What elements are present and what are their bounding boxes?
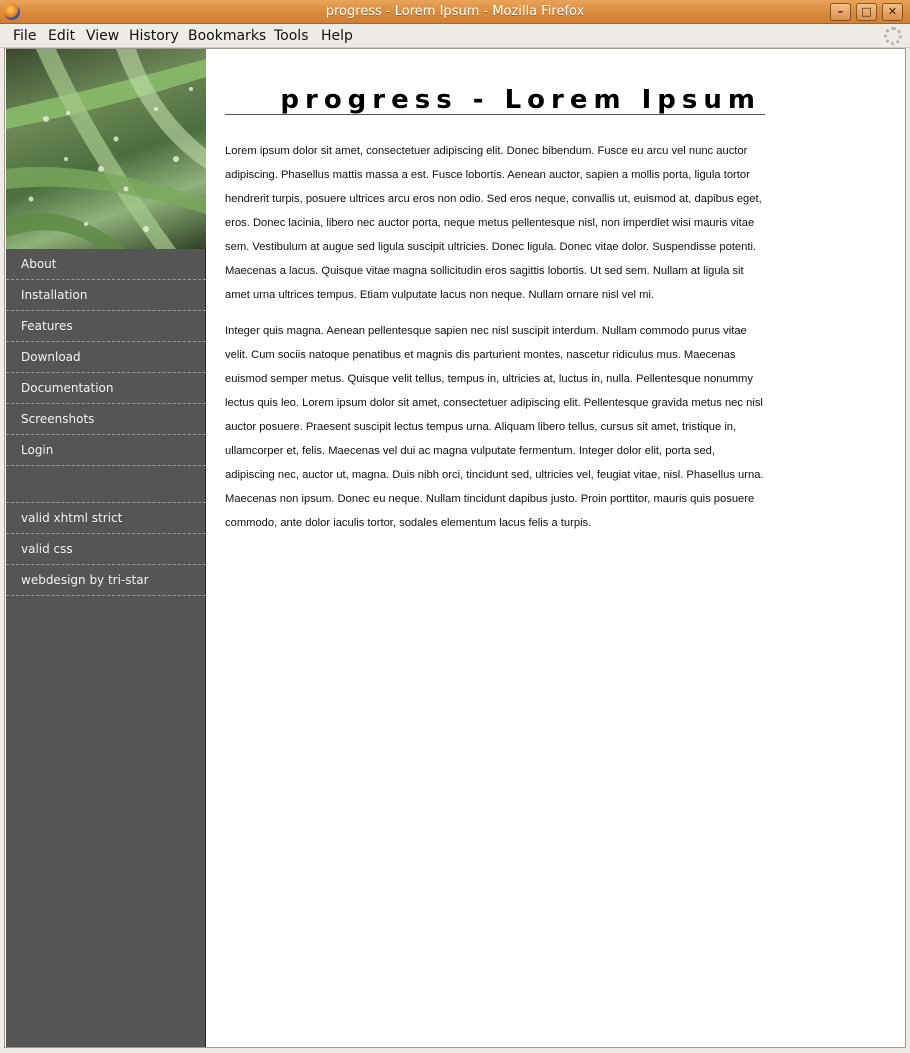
menu-file[interactable]: File: [13, 28, 36, 44]
sidebar-item-download[interactable]: Download: [6, 342, 206, 373]
grass-header-image: [6, 49, 206, 249]
sidebar-item-login[interactable]: Login: [6, 435, 206, 466]
sidebar-divider: [6, 466, 206, 503]
sidebar-link-valid-css[interactable]: valid css: [6, 534, 206, 565]
sidebar-nav: About Installation Features Download Doc…: [6, 249, 206, 596]
maximize-button[interactable]: □: [856, 3, 877, 21]
main-content: progress - Lorem Ipsum Lorem ipsum dolor…: [225, 49, 765, 535]
window-title: progress - Lorem Ipsum - Mozilla Firefox: [325, 4, 585, 19]
menu-tools[interactable]: Tools: [274, 28, 309, 44]
menu-bookmarks[interactable]: Bookmarks: [188, 28, 266, 44]
sidebar-item-features[interactable]: Features: [6, 311, 206, 342]
page-title: progress - Lorem Ipsum: [225, 85, 765, 115]
sidebar: About Installation Features Download Doc…: [6, 49, 206, 1047]
throbber-icon: [884, 27, 902, 45]
sidebar-link-valid-xhtml[interactable]: valid xhtml strict: [6, 503, 206, 534]
browser-viewport: About Installation Features Download Doc…: [4, 48, 906, 1048]
content-paragraph-1: Lorem ipsum dolor sit amet, consectetuer…: [225, 145, 762, 301]
minimize-button[interactable]: –: [830, 3, 851, 21]
sidebar-link-webdesign[interactable]: webdesign by tri-star: [6, 565, 206, 596]
grass-illustration: [6, 49, 206, 249]
sidebar-item-screenshots[interactable]: Screenshots: [6, 404, 206, 435]
menu-edit[interactable]: Edit: [48, 28, 75, 44]
window-titlebar: progress - Lorem Ipsum - Mozilla Firefox…: [0, 0, 910, 24]
menubar: File Edit View History Bookmarks Tools H…: [0, 24, 910, 48]
content-paragraph-2: Integer quis magna. Aenean pellentesque …: [225, 325, 764, 529]
sidebar-item-about[interactable]: About: [6, 249, 206, 280]
menu-history[interactable]: History: [129, 28, 179, 44]
sidebar-item-documentation[interactable]: Documentation: [6, 373, 206, 404]
sidebar-item-installation[interactable]: Installation: [6, 280, 206, 311]
menu-help[interactable]: Help: [321, 28, 353, 44]
close-button[interactable]: ✕: [882, 3, 903, 21]
menu-view[interactable]: View: [86, 28, 119, 44]
